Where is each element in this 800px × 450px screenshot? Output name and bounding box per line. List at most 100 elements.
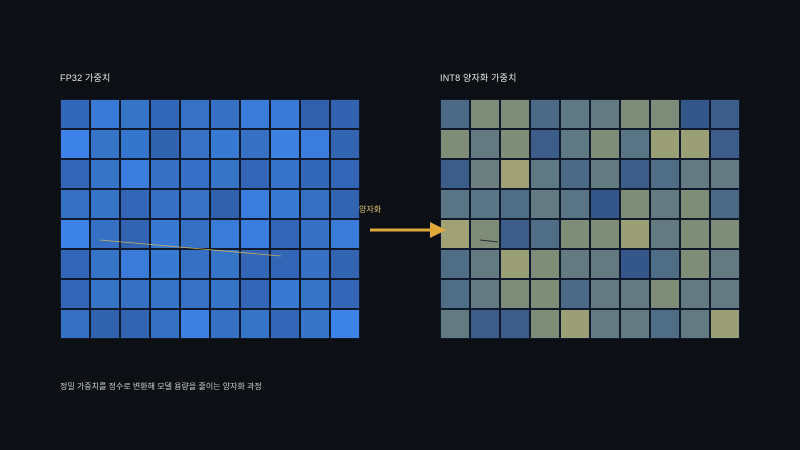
fp32-weight-cell <box>150 189 180 219</box>
fp32-weight-cell <box>150 99 180 129</box>
int8-weight-cell <box>680 99 710 129</box>
fp32-weight-cell <box>270 189 300 219</box>
int8-weight-cell <box>620 279 650 309</box>
int8-weight-cell <box>500 99 530 129</box>
fp32-weight-cell <box>60 129 90 159</box>
int8-weight-cell <box>710 249 740 279</box>
int8-weight-cell <box>500 189 530 219</box>
quantize-arrow-label: 양자화 <box>359 205 382 214</box>
int8-weight-cell <box>560 279 590 309</box>
fp32-weight-cell <box>150 129 180 159</box>
fp32-weight-cell <box>210 249 240 279</box>
int8-weight-cell <box>590 219 620 249</box>
fp32-weight-cell <box>270 309 300 339</box>
fp32-weight-cell <box>60 309 90 339</box>
int8-weight-cell <box>650 159 680 189</box>
fp32-weight-grid <box>60 99 360 339</box>
int8-weight-cell <box>440 99 470 129</box>
fp32-weight-cell <box>120 249 150 279</box>
int8-weight-cell <box>650 309 680 339</box>
int8-weight-cell <box>680 219 710 249</box>
fp32-weight-cell <box>90 219 120 249</box>
int8-weight-cell <box>680 309 710 339</box>
fp32-weight-cell <box>300 249 330 279</box>
int8-weight-cell <box>500 219 530 249</box>
fp32-weight-cell <box>210 189 240 219</box>
fp32-weight-cell <box>270 159 300 189</box>
int8-weight-cell <box>440 249 470 279</box>
fp32-weight-cell <box>60 99 90 129</box>
fp32-weight-cell <box>90 159 120 189</box>
fp32-weight-cell <box>60 249 90 279</box>
int8-weight-cell <box>650 129 680 159</box>
int8-weight-cell <box>620 219 650 249</box>
int8-weight-cell <box>590 309 620 339</box>
int8-weight-cell <box>470 309 500 339</box>
fp32-weight-cell <box>180 279 210 309</box>
fp32-weight-cell <box>180 159 210 189</box>
fp32-weight-cell <box>120 129 150 159</box>
int8-weight-cell <box>500 159 530 189</box>
int8-weight-cell <box>470 279 500 309</box>
fp32-weight-cell <box>180 249 210 279</box>
int8-weight-cell <box>590 129 620 159</box>
fp32-weight-cell <box>60 219 90 249</box>
int8-weight-cell <box>530 189 560 219</box>
fp32-weight-cell <box>120 279 150 309</box>
int8-weight-cell <box>710 219 740 249</box>
fp32-weight-cell <box>210 219 240 249</box>
fp32-weight-cell <box>90 279 120 309</box>
int8-weight-cell <box>650 219 680 249</box>
fp32-weight-cell <box>90 309 120 339</box>
int8-weight-cell <box>470 189 500 219</box>
fp32-weight-cell <box>60 159 90 189</box>
fp32-weight-cell <box>330 129 360 159</box>
int8-weight-cell <box>590 279 620 309</box>
fp32-weight-cell <box>180 309 210 339</box>
int8-weight-cell <box>530 99 560 129</box>
int8-weight-cell <box>440 129 470 159</box>
int8-weight-cell <box>590 189 620 219</box>
fp32-weight-cell <box>300 309 330 339</box>
int8-weight-cell <box>530 279 560 309</box>
int8-weight-cell <box>470 249 500 279</box>
int8-weight-cell <box>530 219 560 249</box>
int8-weight-cell <box>650 189 680 219</box>
fp32-weight-cell <box>180 99 210 129</box>
fp32-weight-cell <box>270 99 300 129</box>
int8-weight-cell <box>560 249 590 279</box>
int8-weight-cell <box>590 249 620 279</box>
int8-weight-cell <box>560 99 590 129</box>
fp32-weight-cell <box>330 99 360 129</box>
int8-weight-cell <box>620 159 650 189</box>
int8-weight-cell <box>710 279 740 309</box>
fp32-weight-cell <box>120 189 150 219</box>
fp32-weight-cell <box>210 159 240 189</box>
int8-weight-cell <box>500 129 530 159</box>
int8-weight-cell <box>440 279 470 309</box>
fp32-weight-cell <box>120 159 150 189</box>
fp32-weight-cell <box>330 309 360 339</box>
fp32-weight-cell <box>180 219 210 249</box>
fp32-panel-title: FP32 가중치 <box>60 73 111 83</box>
fp32-weight-cell <box>60 189 90 219</box>
int8-weight-cell <box>620 249 650 279</box>
fp32-weight-cell <box>180 129 210 159</box>
int8-weight-cell <box>680 129 710 159</box>
fp32-weight-cell <box>210 99 240 129</box>
int8-weight-cell <box>710 159 740 189</box>
fp32-weight-cell <box>330 279 360 309</box>
fp32-weight-cell <box>330 159 360 189</box>
arrow-head <box>430 222 446 238</box>
int8-weight-cell <box>710 129 740 159</box>
fp32-weight-cell <box>90 99 120 129</box>
fp32-weight-cell <box>240 279 270 309</box>
int8-weight-cell <box>620 99 650 129</box>
fp32-weight-cell <box>240 129 270 159</box>
int8-weight-cell <box>530 309 560 339</box>
int8-weight-cell <box>650 99 680 129</box>
fp32-weight-cell <box>90 129 120 159</box>
fp32-weight-cell <box>300 189 330 219</box>
int8-weight-cell <box>470 129 500 159</box>
fp32-weight-cell <box>210 129 240 159</box>
